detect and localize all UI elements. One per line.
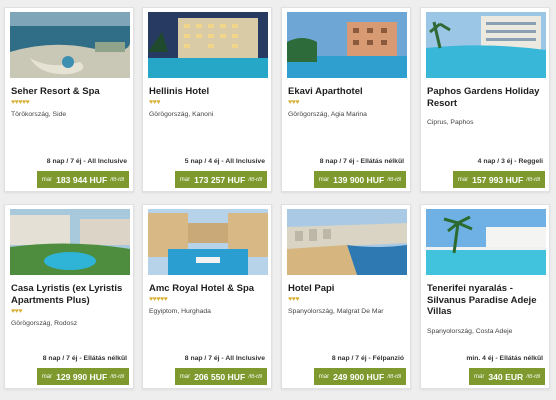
hotel-photo[interactable] bbox=[287, 12, 407, 78]
trip-duration: 8 nap / 7 éj - Ellátás nélkül bbox=[319, 158, 404, 165]
hotel-location: Ciprus, Paphos bbox=[427, 119, 474, 126]
price-badge[interactable]: már 173 257 HUF /fő-től bbox=[174, 171, 267, 188]
hotel-card-papi[interactable]: Hotel Papi ♥♥♥ Spanyolország, Malgrat De… bbox=[281, 204, 411, 389]
price-suffix: /fő-től bbox=[526, 373, 540, 380]
hotel-photo[interactable] bbox=[10, 209, 130, 275]
price-suffix: /fő-től bbox=[110, 176, 124, 183]
hotel-title[interactable]: Hellinis Hotel bbox=[149, 86, 267, 98]
hotel-photo[interactable] bbox=[287, 209, 407, 275]
hotel-title[interactable]: Casa Lyristis (ex Lyristis Apartments Pl… bbox=[11, 283, 129, 306]
hotel-location: Spanyolország, Malgrat De Mar bbox=[288, 308, 384, 315]
price-prefix: már bbox=[474, 373, 485, 380]
hotel-location: Spanyolország, Costa Adeje bbox=[427, 328, 513, 335]
price-amount: 139 900 HUF bbox=[333, 174, 385, 185]
price-amount: 206 550 HUF bbox=[194, 371, 246, 382]
hotel-photo[interactable] bbox=[426, 209, 546, 275]
rating-hearts: ♥♥♥♥♥ bbox=[149, 296, 168, 303]
hotel-title[interactable]: Amc Royal Hotel & Spa bbox=[149, 283, 267, 295]
hotel-title[interactable]: Seher Resort & Spa bbox=[11, 86, 129, 98]
price-amount: 129 990 HUF bbox=[56, 371, 108, 382]
hotel-photo[interactable] bbox=[426, 12, 546, 78]
hotel-card-hellinis[interactable]: Hellinis Hotel ♥♥♥ Görögország, Kanoni 5… bbox=[142, 7, 272, 192]
hotel-title[interactable]: Hotel Papi bbox=[288, 283, 406, 295]
price-suffix: /fő-től bbox=[248, 373, 262, 380]
price-suffix: /fő-től bbox=[248, 176, 262, 183]
price-badge[interactable]: már 129 990 HUF /fő-től bbox=[36, 368, 129, 385]
hotel-location: Görögország, Agia Marina bbox=[288, 111, 367, 118]
price-badge[interactable]: már 139 900 HUF /fő-től bbox=[313, 171, 406, 188]
price-prefix: már bbox=[179, 373, 191, 380]
hotel-location: Görögország, Rodosz bbox=[11, 320, 78, 327]
price-amount: 173 257 HUF bbox=[194, 174, 246, 185]
trip-duration: 8 nap / 7 éj - Félpanzió bbox=[331, 355, 404, 362]
trip-duration: min. 4 éj - Ellátás nélkül bbox=[466, 355, 543, 362]
hotel-title[interactable]: Tenerifei nyaralás - Silvanus Paradise A… bbox=[427, 283, 545, 318]
price-badge[interactable]: már 183 944 HUF /fő-től bbox=[36, 171, 129, 188]
price-badge[interactable]: már 249 900 HUF /fő-től bbox=[313, 368, 406, 385]
hotel-location: Törökország, Side bbox=[11, 111, 67, 118]
price-prefix: már bbox=[457, 176, 469, 183]
price-suffix: /fő-től bbox=[387, 176, 401, 183]
hotel-photo[interactable] bbox=[148, 12, 268, 78]
hotel-card-silvanus[interactable]: Tenerifei nyaralás - Silvanus Paradise A… bbox=[420, 204, 550, 389]
rating-hearts: ♥♥♥ bbox=[11, 308, 22, 315]
rating-hearts: ♥♥♥♥♥ bbox=[11, 99, 30, 106]
price-badge[interactable]: már 157 993 HUF /fő-től bbox=[452, 171, 545, 188]
price-prefix: már bbox=[41, 373, 53, 380]
hotel-card-casa-lyristis[interactable]: Casa Lyristis (ex Lyristis Apartments Pl… bbox=[4, 204, 134, 389]
price-suffix: /fő-től bbox=[526, 176, 540, 183]
rating-hearts: ♥♥♥ bbox=[288, 296, 299, 303]
hotel-title[interactable]: Ekavi Aparthotel bbox=[288, 86, 406, 98]
hotel-location: Görögország, Kanoni bbox=[149, 111, 214, 118]
hotel-card-ekavi[interactable]: Ekavi Aparthotel ♥♥♥ Görögország, Agia M… bbox=[281, 7, 411, 192]
trip-duration: 5 nap / 4 éj - All Inclusive bbox=[184, 158, 265, 165]
hotel-card-amc-royal[interactable]: Amc Royal Hotel & Spa ♥♥♥♥♥ Egyiptom, Hu… bbox=[142, 204, 272, 389]
trip-duration: 4 nap / 3 éj - Reggeli bbox=[477, 158, 543, 165]
price-amount: 157 993 HUF bbox=[472, 174, 524, 185]
rating-hearts: ♥♥♥ bbox=[149, 99, 160, 106]
price-prefix: már bbox=[318, 373, 330, 380]
hotel-location: Egyiptom, Hurghada bbox=[149, 308, 211, 315]
price-badge[interactable]: már 206 550 HUF /fő-től bbox=[174, 368, 267, 385]
price-suffix: /fő-től bbox=[387, 373, 401, 380]
rating-hearts: ♥♥♥ bbox=[288, 99, 299, 106]
hotel-card-seher[interactable]: Seher Resort & Spa ♥♥♥♥♥ Törökország, Si… bbox=[4, 7, 134, 192]
price-amount: 340 EUR bbox=[488, 371, 524, 382]
price-prefix: már bbox=[318, 176, 330, 183]
price-badge[interactable]: már 340 EUR /fő-től bbox=[469, 368, 545, 385]
hotel-title[interactable]: Paphos Gardens Holiday Resort bbox=[427, 86, 545, 109]
price-suffix: /fő-től bbox=[110, 373, 124, 380]
hotel-photo[interactable] bbox=[148, 209, 268, 275]
trip-duration: 8 nap / 7 éj - All Inclusive bbox=[46, 158, 127, 165]
hotel-photo[interactable] bbox=[10, 12, 130, 78]
trip-duration: 8 nap / 7 éj - Ellátás nélkül bbox=[42, 355, 127, 362]
price-amount: 183 944 HUF bbox=[56, 174, 108, 185]
price-amount: 249 900 HUF bbox=[333, 371, 385, 382]
hotel-card-paphos[interactable]: Paphos Gardens Holiday Resort Ciprus, Pa… bbox=[420, 7, 550, 192]
price-prefix: már bbox=[41, 176, 53, 183]
trip-duration: 8 nap / 7 éj - All Inclusive bbox=[184, 355, 265, 362]
price-prefix: már bbox=[179, 176, 191, 183]
